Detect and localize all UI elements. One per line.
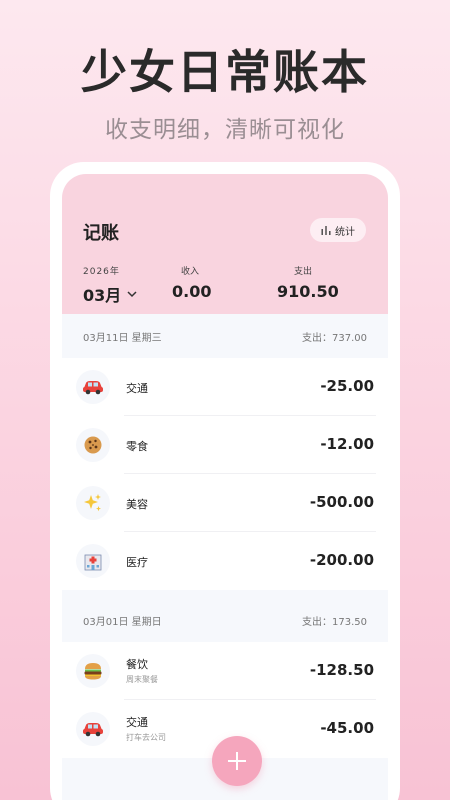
promo-subtitle: 收支明细，清晰可视化	[105, 117, 345, 143]
item-name: 零食	[126, 440, 148, 453]
income-label: 收入	[181, 267, 200, 277]
car-icon	[76, 370, 110, 404]
item-name: 医疗	[126, 556, 148, 569]
list-item[interactable]: 餐饮 周末聚餐 -128.50	[62, 642, 388, 700]
item-amount: -12.00	[320, 435, 374, 453]
day-total: 支出：737.00	[302, 332, 367, 344]
item-name: 餐饮	[126, 658, 148, 671]
day-date: 03月01日 星期日	[83, 616, 162, 628]
expense-label: 支出	[294, 267, 313, 277]
car-icon	[76, 712, 110, 746]
app-screen: 记账 统计 2026年 03月 收入 0.00 支出 910.50 03月11日…	[62, 174, 388, 800]
chevron-down-icon	[127, 290, 137, 297]
bar-chart-icon	[321, 226, 331, 235]
list-item[interactable]: 零食 -12.00	[62, 416, 388, 474]
item-name: 交通	[126, 716, 148, 729]
day-total: 支出：173.50	[302, 616, 367, 628]
day-header: 03月01日 星期日 支出：173.50	[62, 598, 388, 642]
hospital-icon	[76, 544, 110, 578]
phone-frame: 记账 统计 2026年 03月 收入 0.00 支出 910.50 03月11日…	[50, 162, 400, 800]
day-date: 03月11日 星期三	[83, 332, 162, 344]
cookie-icon	[76, 428, 110, 462]
list-item[interactable]: 医疗 -200.00	[62, 532, 388, 590]
income-value: 0.00	[172, 282, 212, 301]
item-amount: -128.50	[309, 661, 374, 679]
year-label: 2026年	[83, 267, 120, 277]
item-note: 打车去公司	[126, 733, 166, 742]
expense-value: 910.50	[277, 282, 339, 301]
stats-label: 统计	[335, 226, 355, 238]
month-value: 03月	[83, 286, 122, 305]
plus-icon	[228, 752, 246, 770]
item-amount: -500.00	[309, 493, 374, 511]
list-item[interactable]: 交通 -25.00	[62, 358, 388, 416]
add-record-button[interactable]	[212, 736, 262, 786]
month-selector[interactable]: 03月	[83, 282, 137, 306]
page-title: 记账	[83, 223, 119, 244]
item-amount: -25.00	[320, 377, 374, 395]
item-amount: -45.00	[320, 719, 374, 737]
promo-title: 少女日常账本	[81, 45, 369, 99]
day-header: 03月11日 星期三 支出：737.00	[62, 314, 388, 358]
summary-header: 记账 统计 2026年 03月 收入 0.00 支出 910.50	[62, 174, 388, 314]
item-amount: -200.00	[309, 551, 374, 569]
item-note: 周末聚餐	[126, 675, 158, 684]
item-name: 美容	[126, 498, 148, 511]
stats-button[interactable]: 统计	[310, 218, 366, 242]
sparkles-icon	[76, 486, 110, 520]
burger-icon	[76, 654, 110, 688]
item-name: 交通	[126, 382, 148, 395]
list-item[interactable]: 美容 -500.00	[62, 474, 388, 532]
